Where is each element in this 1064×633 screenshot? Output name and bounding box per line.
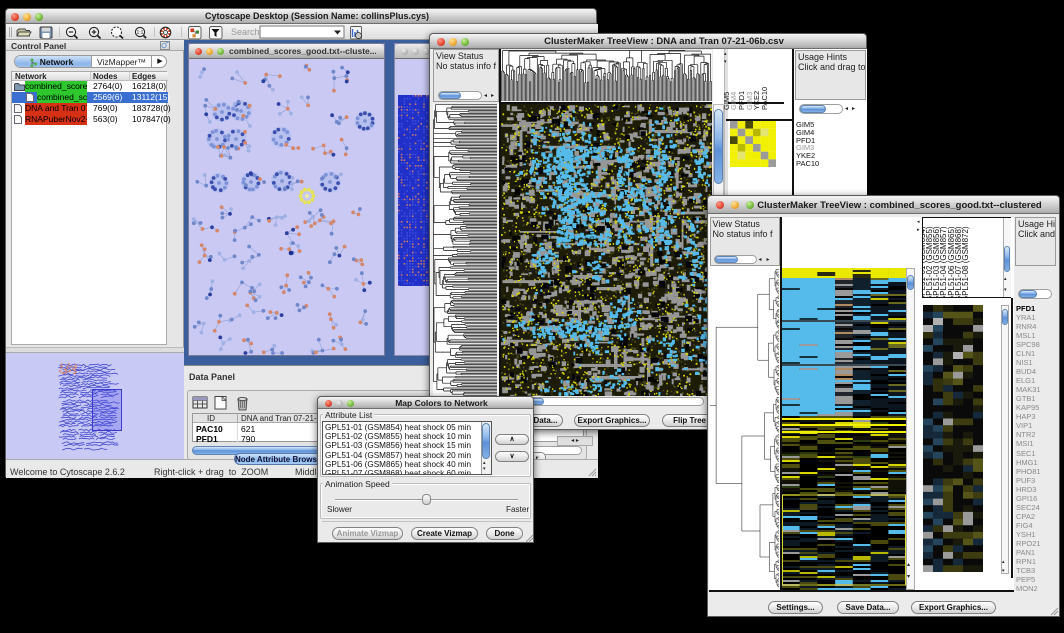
svg-text:1:1: 1:1: [137, 30, 144, 36]
svg-text:Search:: Search:: [231, 27, 262, 37]
